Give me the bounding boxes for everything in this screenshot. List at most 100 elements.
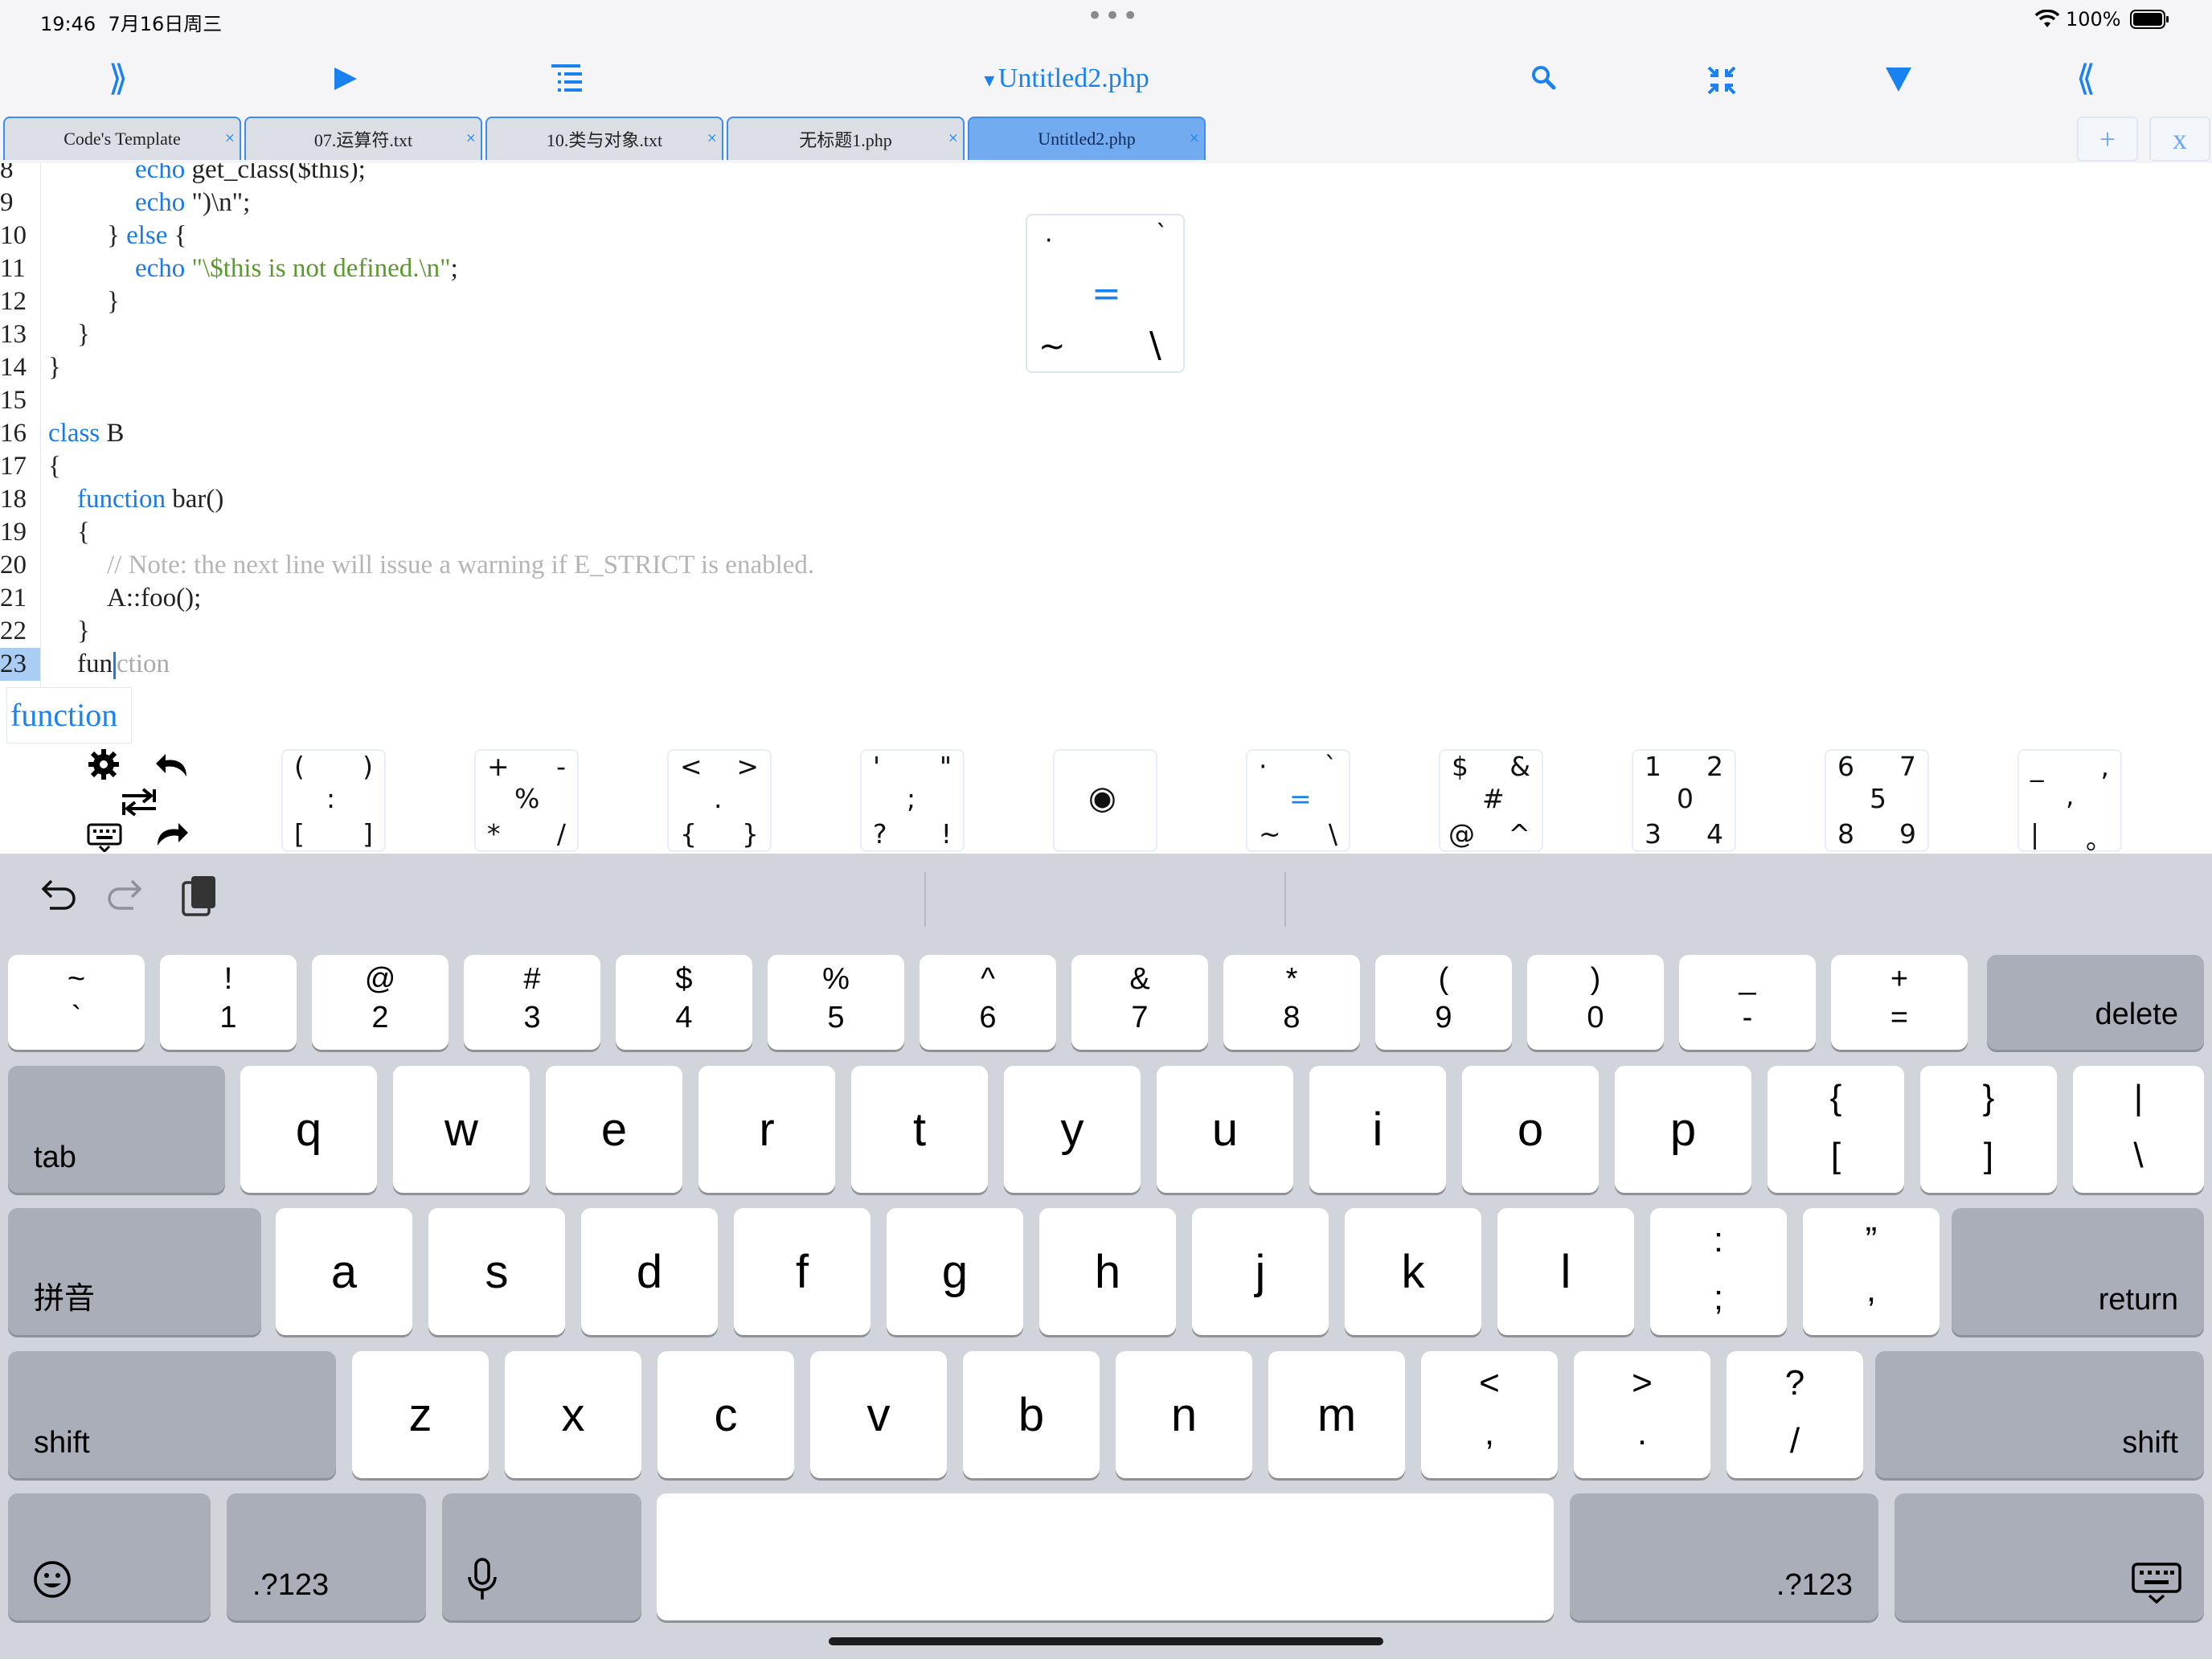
key-y[interactable]: y: [1004, 1066, 1141, 1193]
key-equals[interactable]: + =: [1831, 955, 1968, 1050]
key-backslash[interactable]: | \: [2073, 1066, 2204, 1193]
numbers-key-right[interactable]: .?123: [1570, 1493, 1878, 1620]
search-icon[interactable]: [1529, 63, 1558, 92]
key-comma[interactable]: <,: [1421, 1351, 1558, 1478]
key-4[interactable]: $4: [616, 955, 752, 1050]
popup-symbol[interactable]: \: [1149, 325, 1161, 366]
key-d[interactable]: d: [581, 1208, 718, 1335]
key-f[interactable]: f: [734, 1208, 870, 1335]
key-left-brace[interactable]: {[: [1768, 1066, 1904, 1193]
editor-tools-key[interactable]: [84, 746, 196, 854]
tab-key[interactable]: tab: [8, 1066, 225, 1193]
symbol-key-quotes[interactable]: ' ";?!: [860, 749, 965, 852]
emoji-key[interactable]: [8, 1493, 211, 1620]
key-2[interactable]: @2: [312, 955, 449, 1050]
key-n[interactable]: n: [1116, 1351, 1252, 1478]
key-s[interactable]: s: [428, 1208, 565, 1335]
key-q[interactable]: q: [240, 1066, 377, 1193]
pinyin-key[interactable]: 拼音: [8, 1208, 261, 1335]
symbol-key-brackets[interactable]: (): []: [281, 749, 386, 852]
tab-untitled1[interactable]: 无标题1.php ×: [727, 117, 965, 160]
key-5[interactable]: % 5: [768, 955, 904, 1050]
key-a[interactable]: a: [276, 1208, 412, 1335]
collapse-panel-icon[interactable]: ⟪: [2058, 40, 2114, 117]
symbol-key-dollar[interactable]: $ & # @ ^: [1439, 749, 1543, 852]
close-tab-icon[interactable]: ×: [948, 128, 958, 149]
key-t[interactable]: t: [851, 1066, 988, 1193]
symbol-key-math[interactable]: + -% * /: [474, 749, 579, 852]
key-h[interactable]: h: [1039, 1208, 1176, 1335]
key-o[interactable]: o: [1462, 1066, 1599, 1193]
key-r[interactable]: r: [698, 1066, 835, 1193]
tab-code-template[interactable]: Code's Template ×: [3, 117, 241, 160]
symbol-key-punctuation[interactable]: _,, | 。: [2017, 749, 2122, 855]
shift-key-left[interactable]: shift: [8, 1351, 336, 1478]
key-3[interactable]: #3: [464, 955, 600, 1050]
key-l[interactable]: l: [1497, 1208, 1634, 1335]
key-tilde[interactable]: ~ `: [8, 955, 145, 1050]
dictation-key[interactable]: [442, 1493, 641, 1620]
key-right-brace[interactable]: }]: [1920, 1066, 2057, 1193]
popup-symbol[interactable]: `: [1156, 220, 1168, 248]
key-w[interactable]: w: [393, 1066, 530, 1193]
key-u[interactable]: u: [1157, 1066, 1293, 1193]
keyboard-redo-icon[interactable]: [108, 876, 148, 916]
popup-symbol[interactable]: ·: [1045, 227, 1053, 255]
key-0[interactable]: ) 0: [1527, 955, 1664, 1050]
key-b[interactable]: b: [963, 1351, 1100, 1478]
undo-icon[interactable]: [154, 751, 190, 780]
tab-classes-objects[interactable]: 10.类与对象.txt ×: [485, 117, 723, 160]
run-icon[interactable]: [331, 64, 360, 93]
delete-key[interactable]: delete: [1987, 955, 2204, 1050]
close-all-tabs-button[interactable]: x: [2149, 117, 2210, 162]
key-m[interactable]: m: [1268, 1351, 1405, 1478]
symbol-key-equals[interactable]: · ` = ~ \: [1246, 749, 1350, 852]
dropdown-triangle-icon[interactable]: [1884, 66, 1913, 93]
keyboard-undo-icon[interactable]: [35, 876, 76, 916]
tab-operators[interactable]: 07.运算符.txt ×: [244, 117, 482, 160]
return-key[interactable]: return: [1952, 1208, 2204, 1335]
key-z[interactable]: z: [352, 1351, 489, 1478]
symbol-key-digits-low[interactable]: 1 203 4: [1632, 749, 1736, 852]
key-g[interactable]: g: [887, 1208, 1023, 1335]
key-slash[interactable]: ? /: [1727, 1351, 1863, 1478]
key-7[interactable]: & 7: [1071, 955, 1208, 1050]
key-1[interactable]: ! 1: [160, 955, 297, 1050]
space-bar[interactable]: [657, 1493, 1554, 1620]
cursor-joystick-key[interactable]: ◉: [1053, 749, 1157, 852]
key-v[interactable]: v: [810, 1351, 947, 1478]
autocomplete-suggestion[interactable]: function: [6, 687, 132, 743]
indent-swap-icon[interactable]: [121, 786, 158, 818]
key-8[interactable]: * 8: [1223, 955, 1360, 1050]
key-period[interactable]: >.: [1574, 1351, 1710, 1478]
key-i[interactable]: i: [1309, 1066, 1446, 1193]
numbers-key-left[interactable]: .?123: [227, 1493, 426, 1620]
close-tab-icon[interactable]: ×: [466, 128, 476, 149]
key-6[interactable]: ^ 6: [920, 955, 1056, 1050]
expand-sidebar-icon[interactable]: ⟫: [90, 40, 146, 117]
gear-icon[interactable]: [87, 748, 121, 781]
key-x[interactable]: x: [505, 1351, 641, 1478]
key-k[interactable]: k: [1345, 1208, 1481, 1335]
key-minus[interactable]: _ -: [1679, 955, 1816, 1050]
popup-symbol[interactable]: ~: [1038, 328, 1066, 365]
key-9[interactable]: (9: [1375, 955, 1512, 1050]
key-e[interactable]: e: [546, 1066, 682, 1193]
symbol-key-digits-high[interactable]: 6 758 9: [1825, 749, 1929, 852]
home-indicator[interactable]: [829, 1637, 1383, 1645]
key-quote[interactable]: ”,: [1803, 1208, 1940, 1335]
keyboard-hide-icon[interactable]: [87, 823, 122, 852]
outline-list-icon[interactable]: [550, 61, 585, 96]
close-tab-icon[interactable]: ×: [225, 128, 235, 149]
tab-untitled2[interactable]: Untitled2.php ×: [968, 117, 1206, 160]
clipboard-paste-icon[interactable]: [180, 873, 220, 920]
multitasking-dots-icon[interactable]: •••: [1087, 0, 1140, 32]
key-semicolon[interactable]: :;: [1650, 1208, 1787, 1335]
collapse-icon[interactable]: [1706, 64, 1738, 96]
symbol-key-angles[interactable]: < >. {}: [667, 749, 772, 852]
redo-icon[interactable]: [154, 820, 190, 849]
add-tab-button[interactable]: +: [2077, 117, 2138, 162]
key-c[interactable]: c: [657, 1351, 794, 1478]
key-p[interactable]: p: [1615, 1066, 1751, 1193]
close-tab-icon[interactable]: ×: [707, 128, 717, 149]
